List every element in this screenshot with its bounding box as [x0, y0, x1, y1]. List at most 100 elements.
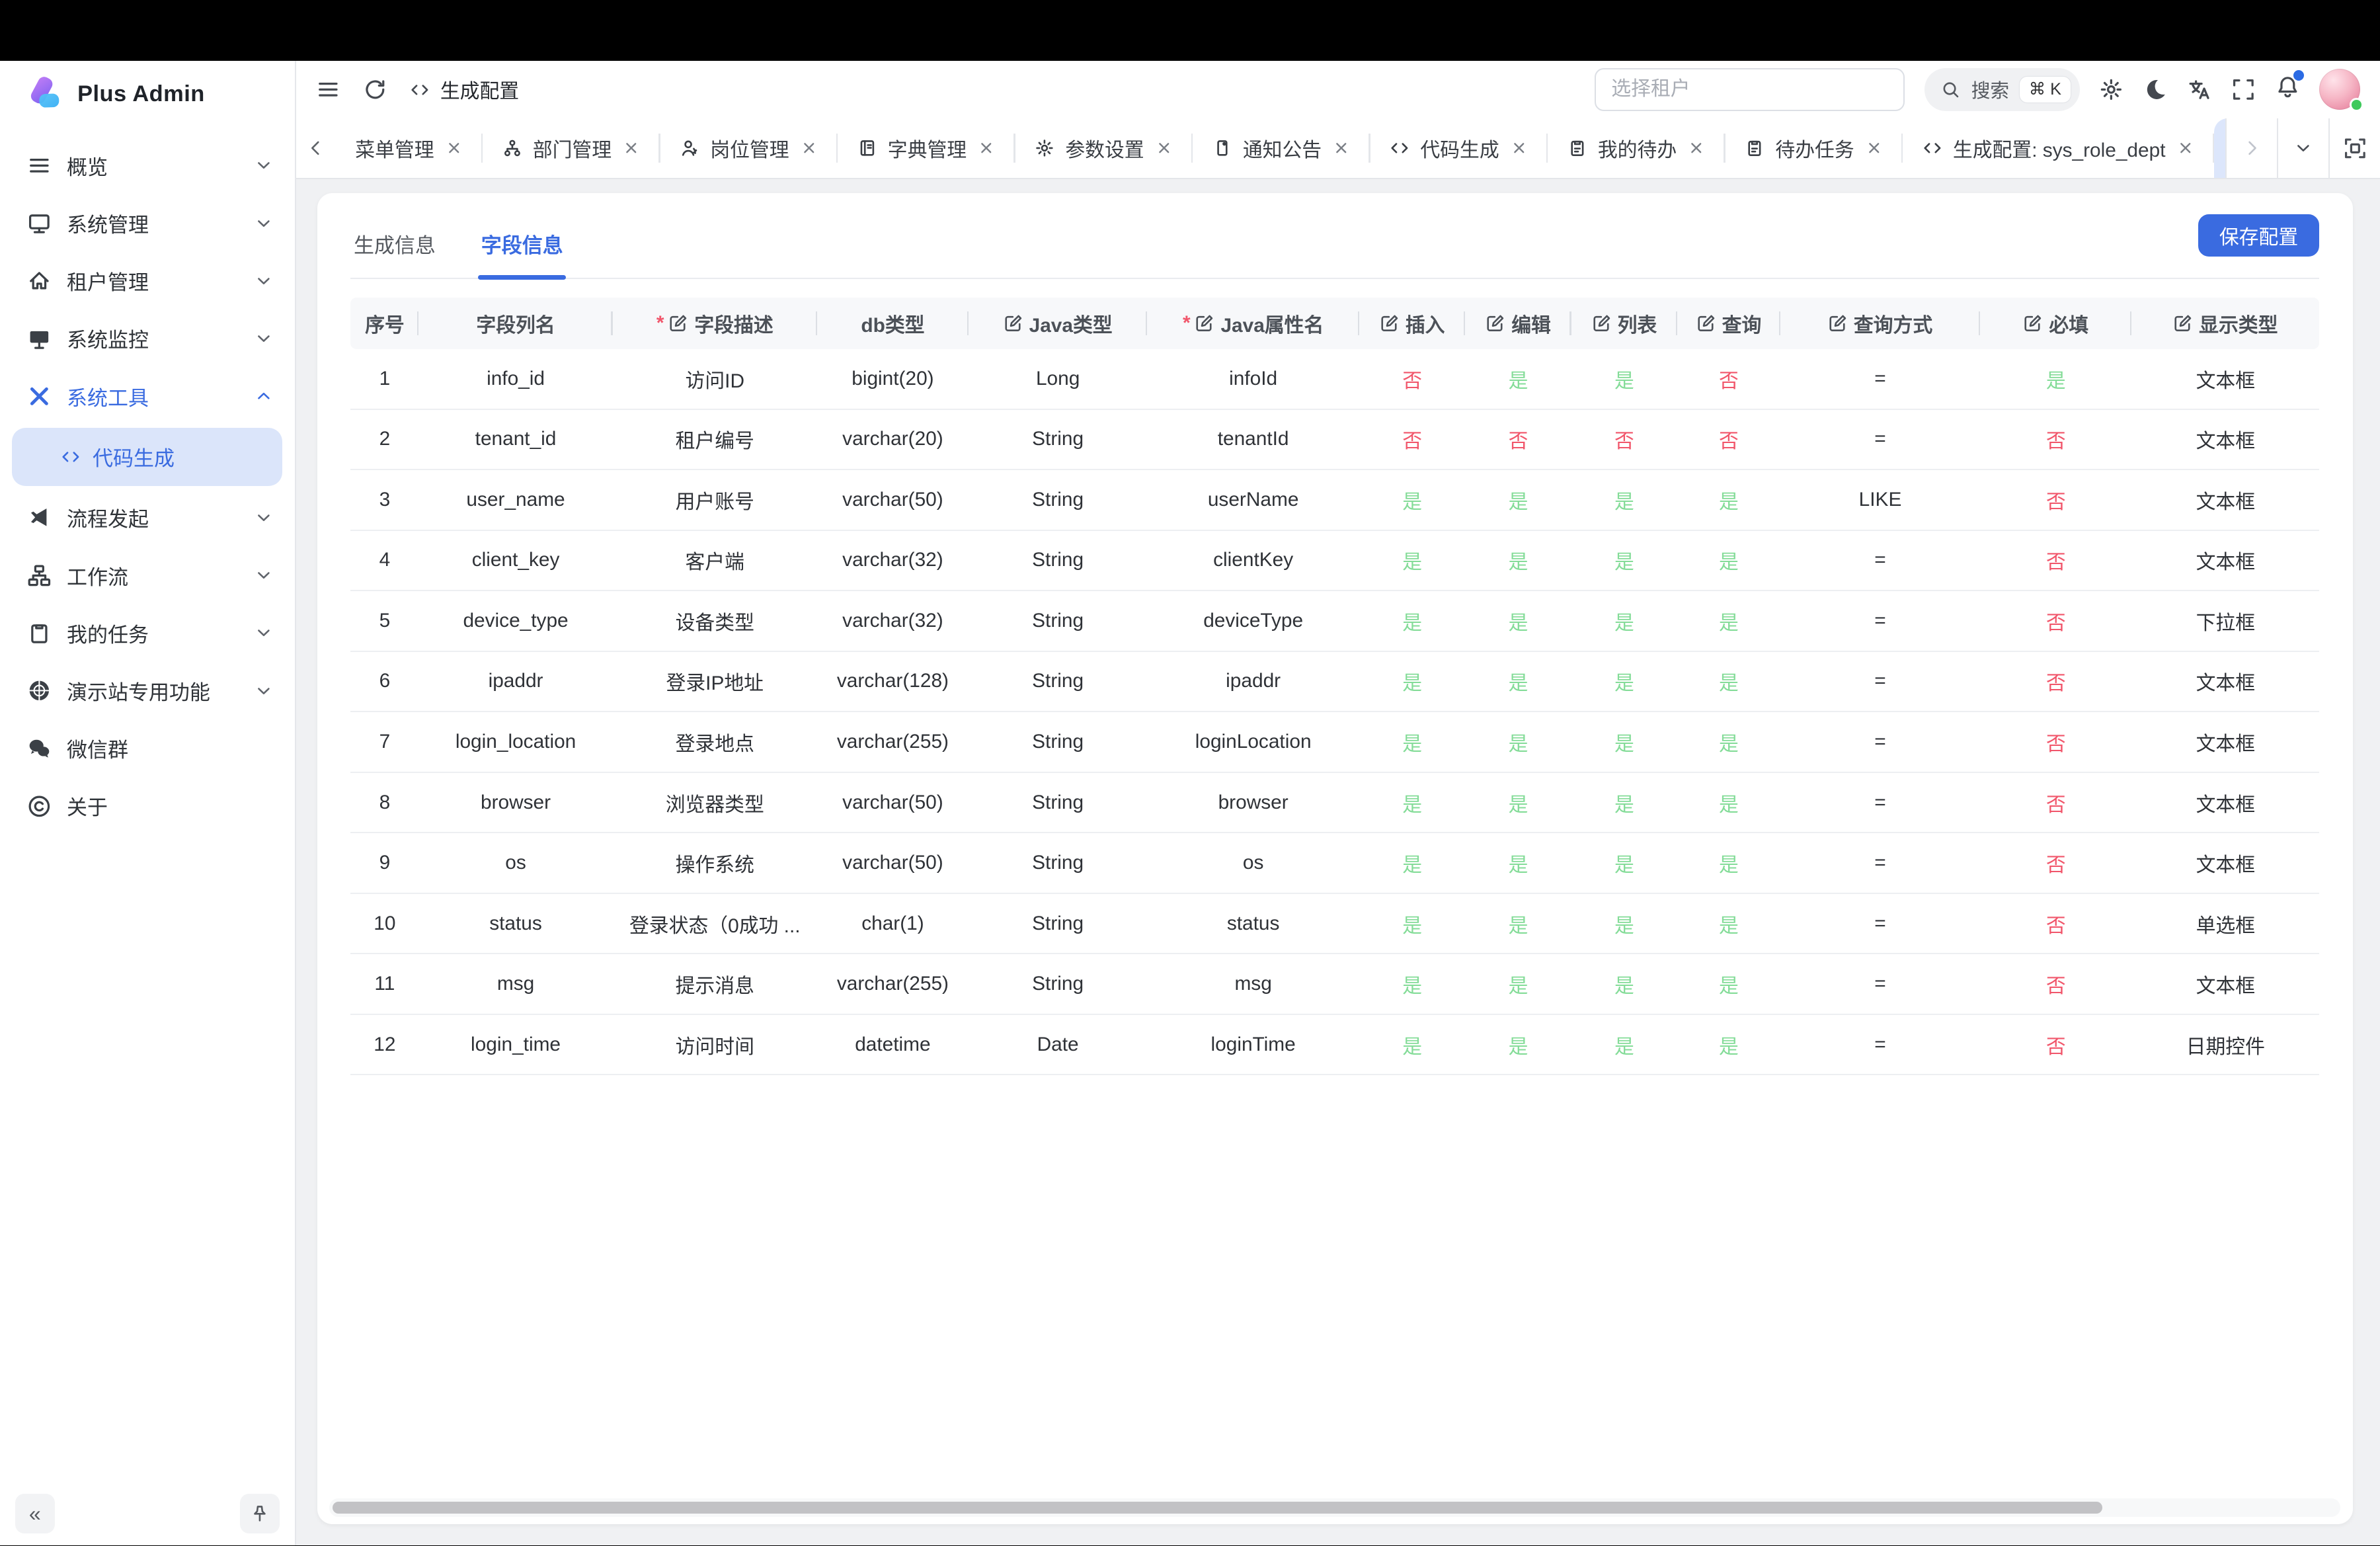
tab-字典管理[interactable]: 字典管理 [838, 118, 1015, 178]
cell-编辑: 是 [1465, 773, 1571, 833]
table-row[interactable]: 6ipaddr登录IP地址varchar(128)Stringipaddr是是是… [350, 652, 2319, 713]
tab-close-icon[interactable] [622, 139, 641, 157]
tab-岗位管理[interactable]: 岗位管理 [660, 118, 838, 178]
cell-编辑: 是 [1465, 652, 1571, 712]
tab-生成配置: sys_role_dept[interactable]: 生成配置: sys_role_dept [1903, 118, 2214, 178]
user-avatar[interactable] [2319, 69, 2360, 110]
column-header-列表: 列表 [1571, 298, 1677, 349]
tabs-dropdown-button[interactable] [2277, 118, 2328, 178]
cell-字段描述: 访问时间 [613, 1015, 817, 1075]
card-tab-生成信息[interactable]: 生成信息 [350, 229, 438, 278]
cell-字段列名: tenant_id [418, 410, 612, 469]
cell-查询: 是 [1677, 652, 1780, 712]
table-row[interactable]: 11msg提示消息varchar(255)Stringmsg是是是是=否文本框 [350, 954, 2319, 1015]
cell-字段描述: 客户端 [613, 531, 817, 590]
cell-db类型: varchar(255) [817, 712, 969, 772]
horizontal-scrollbar-thumb[interactable] [333, 1502, 2102, 1514]
todo-icon [1745, 138, 1765, 158]
tab-close-icon[interactable] [2176, 139, 2195, 157]
sidebar-item-关于[interactable]: 关于 [0, 777, 295, 834]
table-header-row: 序号字段列名*字段描述db类型Java类型*Java属性名插入编辑列表查询查询方… [350, 298, 2319, 349]
sidebar-pin-button[interactable] [240, 1494, 280, 1533]
table-row[interactable]: 8browser浏览器类型varchar(50)Stringbrowser是是是… [350, 773, 2319, 834]
tab-close-icon[interactable] [1510, 139, 1528, 157]
sidebar-item-租户管理[interactable]: 租户管理 [0, 252, 295, 309]
sidebar-item-流程发起[interactable]: 流程发起 [0, 489, 295, 546]
sidebar-item-系统管理[interactable]: 系统管理 [0, 194, 295, 252]
tabs-scroll-right-button[interactable] [2225, 118, 2277, 178]
card-tab-字段信息[interactable]: 字段信息 [478, 229, 566, 278]
sidebar-item-我的任务[interactable]: 我的任务 [0, 604, 295, 662]
sidebar-subitem-代码生成[interactable]: 代码生成 [12, 428, 282, 485]
tab-close-icon[interactable] [1687, 139, 1706, 157]
tab-通知公告[interactable]: 通知公告 [1193, 118, 1370, 178]
sidebar-collapse-button[interactable]: « [15, 1494, 55, 1533]
sidebar-item-label: 微信群 [67, 733, 274, 763]
tab-菜单管理[interactable]: 菜单管理 [335, 118, 483, 178]
cell-编辑: 是 [1465, 531, 1571, 590]
table-row[interactable]: 10status登录状态（0成功 ...char(1)Stringstatus是… [350, 894, 2319, 955]
table-row[interactable]: 1info_id访问IDbigint(20)LonginfoId否是是否=是文本… [350, 349, 2319, 410]
sidebar-item-微信群[interactable]: 微信群 [0, 719, 295, 777]
notifications-button[interactable] [2276, 75, 2300, 105]
table-row[interactable]: 3user_name用户账号varchar(50)StringuserName是… [350, 470, 2319, 531]
translate-icon [2188, 77, 2212, 102]
tabs-scroll-left-button[interactable] [296, 118, 336, 178]
table-row[interactable]: 2tenant_id租户编号varchar(20)StringtenantId否… [350, 410, 2319, 471]
global-search-button[interactable]: 搜索 ⌘ K [1924, 68, 2080, 110]
todo-icon [1567, 138, 1587, 158]
tab-close-icon[interactable] [1865, 139, 1884, 157]
tab-close-icon[interactable] [445, 139, 463, 157]
tab-代码生成[interactable]: 代码生成 [1370, 118, 1548, 178]
tab-label: 字典管理 [888, 134, 967, 163]
save-config-button[interactable]: 保存配置 [2198, 214, 2320, 257]
notice-icon [1212, 138, 1232, 158]
sidebar-item-演示站专用功能[interactable]: 演示站专用功能 [0, 662, 295, 719]
fullscreen-icon [2231, 77, 2256, 102]
content-maximize-button[interactable] [2328, 118, 2380, 178]
table-row[interactable]: 9os操作系统varchar(50)Stringos是是是是=否文本框 [350, 833, 2319, 894]
table-row[interactable]: 4client_key客户端varchar(32)StringclientKey… [350, 531, 2319, 592]
sidebar-item-工作流[interactable]: 工作流 [0, 546, 295, 604]
table-row[interactable]: 7login_location登录地点varchar(255)Stringlog… [350, 712, 2319, 773]
cell-查询: 是 [1677, 954, 1780, 1014]
cell-列表: 是 [1571, 591, 1677, 651]
tab-部门管理[interactable]: 部门管理 [483, 118, 660, 178]
topbar: 生成配置 搜索 ⌘ K [296, 61, 2380, 118]
cell-Java类型: String [969, 894, 1147, 954]
cell-列表: 是 [1571, 773, 1677, 833]
dept-icon [502, 138, 522, 158]
demo-globe-icon [27, 678, 52, 703]
chevron-down-icon [254, 565, 274, 585]
sidebar-item-系统监控[interactable]: 系统监控 [0, 309, 295, 367]
tab-close-icon[interactable] [1332, 139, 1351, 157]
sidebar-item-label: 工作流 [67, 561, 239, 590]
tab-参数设置[interactable]: 参数设置 [1015, 118, 1193, 178]
cell-插入: 是 [1359, 652, 1465, 712]
fields-table: 序号字段列名*字段描述db类型Java类型*Java属性名插入编辑列表查询查询方… [350, 298, 2319, 1075]
cell-显示类型: 日期控件 [2131, 1015, 2319, 1075]
cell-Java属性名: tenantId [1147, 410, 1359, 469]
tab-待办任务[interactable]: 待办任务 [1726, 118, 1903, 178]
cell-Java类型: Long [969, 349, 1147, 409]
chevron-down-icon [254, 681, 274, 701]
cell-查询: 否 [1677, 410, 1780, 469]
cell-序号: 8 [350, 773, 418, 833]
cell-列表: 是 [1571, 531, 1677, 590]
cell-查询方式: = [1780, 349, 1980, 409]
table-row[interactable]: 5device_type设备类型varchar(32)StringdeviceT… [350, 591, 2319, 652]
sidebar-item-系统工具[interactable]: 系统工具 [0, 368, 295, 425]
tab-close-icon[interactable] [977, 139, 996, 157]
cell-字段列名: login_location [418, 712, 612, 772]
cell-字段描述: 租户编号 [613, 410, 817, 469]
tab-我的待办[interactable]: 我的待办 [1548, 118, 1726, 178]
table-row[interactable]: 12login_time访问时间datetimeDateloginTime是是是… [350, 1015, 2319, 1076]
edit-icon [668, 313, 688, 333]
tab-close-icon[interactable] [1155, 139, 1173, 157]
sidebar-item-概览[interactable]: 概览 [0, 137, 295, 194]
cell-插入: 是 [1359, 591, 1465, 651]
tenant-select-input[interactable] [1595, 68, 1904, 110]
tab-生成配置: sys_lo[interactable]: 生成配置: sys_lo [2214, 118, 2225, 178]
tab-close-icon[interactable] [800, 139, 818, 157]
brand-logo-row[interactable]: Plus Admin [0, 63, 295, 124]
